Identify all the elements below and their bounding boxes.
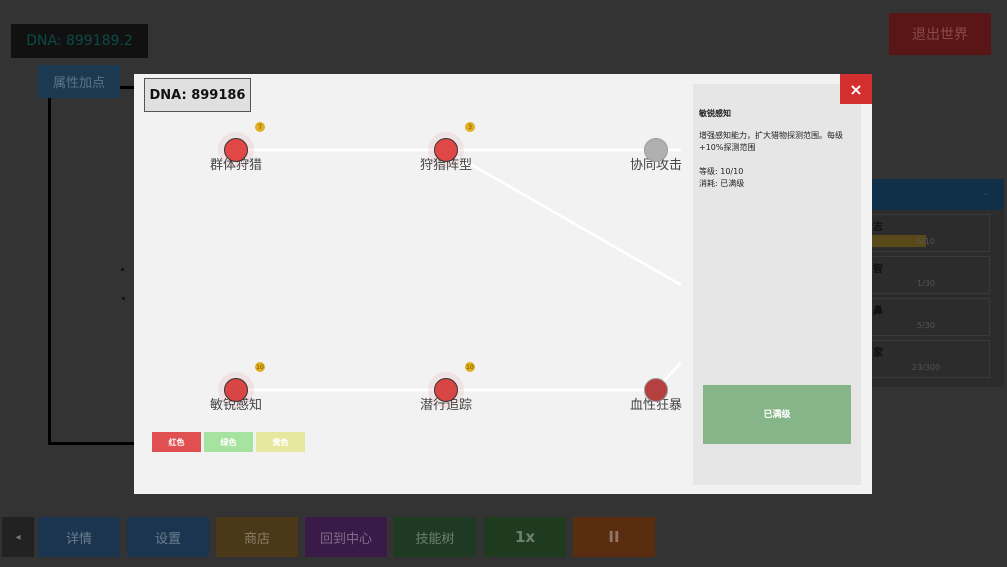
tree-line bbox=[48, 442, 138, 445]
toolbar-button[interactable]: 技能树 bbox=[394, 517, 476, 557]
dna-counter: DNA: 899189.2 bbox=[11, 24, 148, 58]
stat-value: 5/10 bbox=[917, 237, 935, 246]
toolbar-button[interactable]: 商店 bbox=[216, 517, 298, 557]
collapse-button[interactable]: - bbox=[984, 187, 988, 200]
close-button[interactable]: × bbox=[840, 74, 872, 104]
stat-item: 家 23/300 bbox=[862, 340, 990, 378]
stat-value: 5/30 bbox=[917, 321, 935, 330]
skill-cost: 消耗: 已满级 bbox=[699, 179, 745, 188]
stat-item: 志 5/10 bbox=[862, 214, 990, 252]
toolbar-button[interactable]: 详情 bbox=[38, 517, 120, 557]
skill-node[interactable] bbox=[224, 138, 248, 162]
stats-panel-header: - bbox=[862, 179, 1004, 210]
stat-item: 鼻 5/30 bbox=[862, 298, 990, 336]
stat-name: 智 bbox=[873, 264, 883, 275]
modal-dna-counter: DNA: 899186 bbox=[144, 78, 251, 112]
stat-name: 鼻 bbox=[873, 306, 883, 317]
dot bbox=[122, 297, 125, 300]
stat-name: 家 bbox=[873, 348, 883, 359]
toolbar-button[interactable]: 设置 bbox=[127, 517, 209, 557]
skill-node[interactable] bbox=[224, 378, 248, 402]
stat-value: 23/300 bbox=[911, 363, 941, 372]
collapse-toolbar-button[interactable]: ◂ bbox=[2, 517, 34, 557]
skill-level-badge: 3 bbox=[465, 122, 475, 132]
stats-panel: - 志 5/10 智 1/30 鼻 5/30 家 23/300 bbox=[862, 179, 1004, 387]
skill-title: 敏锐感知 bbox=[699, 109, 731, 118]
skill-level-badge: 10 bbox=[255, 362, 265, 372]
skill-node[interactable] bbox=[434, 378, 458, 402]
exit-world-button[interactable]: 退出世界 bbox=[889, 13, 991, 55]
legend-item[interactable]: 黄色 bbox=[256, 432, 305, 452]
toolbar-button[interactable]: II bbox=[573, 517, 655, 557]
attribute-points-button[interactable]: 属性加点 bbox=[38, 65, 120, 98]
stat-item: 智 1/30 bbox=[862, 256, 990, 294]
stat-name: 志 bbox=[873, 222, 883, 233]
legend-item[interactable]: 红色 bbox=[152, 432, 201, 452]
skill-info-panel: 敏锐感知 增强感知能力，扩大猎物探测范围。每级+10%探测范围 等级: 10/1… bbox=[693, 84, 861, 485]
skill-node[interactable] bbox=[644, 138, 668, 162]
skill-description: 增强感知能力，扩大猎物探测范围。每级+10%探测范围 bbox=[699, 131, 843, 152]
skill-level-badge: 10 bbox=[465, 362, 475, 372]
skill-node[interactable] bbox=[644, 378, 668, 402]
stat-value: 1/30 bbox=[917, 279, 935, 288]
max-level-button[interactable]: 已满级 bbox=[703, 385, 851, 444]
dot bbox=[121, 268, 124, 271]
skill-node[interactable] bbox=[434, 138, 458, 162]
tree-line bbox=[48, 98, 51, 445]
toolbar-button[interactable]: 回到中心 bbox=[305, 517, 387, 557]
toolbar-button[interactable]: 1x bbox=[484, 517, 566, 557]
legend-item[interactable]: 绿色 bbox=[204, 432, 253, 452]
skill-tree-modal: 群体狩猎 7 狩猎阵型 3 协同攻击 敏锐感知 10 潜行追踪 10 血性狂暴 DNA: 8991… bbox=[134, 74, 872, 494]
skill-level-badge: 7 bbox=[255, 122, 265, 132]
skill-level: 等级: 10/10 bbox=[699, 167, 744, 176]
